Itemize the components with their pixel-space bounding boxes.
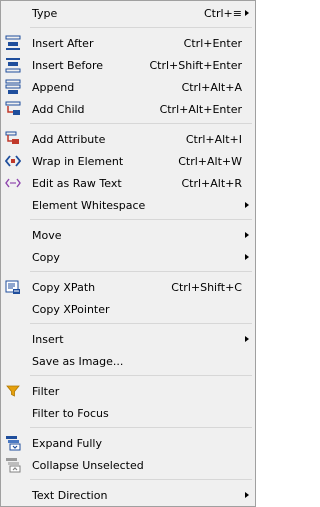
menu-item-edit-raw-text[interactable]: Edit as Raw Text Ctrl+Alt+R: [2, 172, 254, 194]
menu-item-label: Text Direction: [32, 488, 108, 502]
copy-xpath-icon: [5, 279, 21, 295]
menu-items: Type Ctrl+≡ Insert After Ctrl+Enter Inse…: [2, 2, 254, 506]
menu-item-label: Save as Image...: [32, 354, 124, 368]
menu-item-label: Insert After: [32, 36, 94, 50]
expand-fully-icon: [5, 435, 21, 451]
menu-item-save-as-image[interactable]: Save as Image...: [2, 350, 254, 372]
menu-separator: [2, 24, 254, 32]
menu-item-label: Edit as Raw Text: [32, 176, 122, 190]
menu-separator: [2, 120, 254, 128]
menu-item-label: Copy: [32, 250, 60, 264]
submenu-arrow-icon: [245, 336, 249, 342]
menu-separator: [2, 372, 254, 380]
menu-item-filter-to-focus[interactable]: Filter to Focus: [2, 402, 254, 424]
menu-item-expand-fully[interactable]: Expand Fully: [2, 432, 254, 454]
menu-item-label: Expand Fully: [32, 436, 102, 450]
add-child-icon: [5, 101, 21, 117]
menu-item-shortcut: Ctrl+Shift+C: [171, 280, 242, 294]
menu-item-copy-xpath[interactable]: Copy XPath Ctrl+Shift+C: [2, 276, 254, 298]
submenu-arrow-icon: [245, 10, 249, 16]
menu-separator: [2, 320, 254, 328]
menu-item-shortcut: Ctrl+Alt+A: [181, 80, 242, 94]
submenu-arrow-icon: [245, 232, 249, 238]
menu-separator: [2, 268, 254, 276]
insert-before-icon: [5, 57, 21, 73]
menu-item-shortcut: Ctrl+Shift+Enter: [149, 58, 242, 72]
menu-item-label: Filter to Focus: [32, 406, 109, 420]
menu-item-label: Filter: [32, 384, 60, 398]
menu-item-element-whitespace[interactable]: Element Whitespace: [2, 194, 254, 216]
menu-item-shortcut: Ctrl+Alt+W: [178, 154, 242, 168]
menu-item-shortcut: Ctrl+Alt+I: [185, 132, 242, 146]
filter-icon: [5, 383, 21, 399]
menu-separator: [2, 216, 254, 224]
menu-item-label: Append: [32, 80, 75, 94]
menu-item-add-attribute[interactable]: Add Attribute Ctrl+Alt+I: [2, 128, 254, 150]
menu-item-append[interactable]: Append Ctrl+Alt+A: [2, 76, 254, 98]
submenu-arrow-icon: [245, 254, 249, 260]
menu-item-label: Wrap in Element: [32, 154, 124, 168]
insert-after-icon: [5, 35, 21, 51]
menu-item-shortcut: Ctrl+Alt+R: [181, 176, 242, 190]
menu-item-move[interactable]: Move: [2, 224, 254, 246]
menu-item-insert-before[interactable]: Insert Before Ctrl+Shift+Enter: [2, 54, 254, 76]
menu-item-shortcut: Ctrl+≡: [203, 6, 242, 20]
menu-item-insert[interactable]: Insert: [2, 328, 254, 350]
menu-item-copy-xpointer[interactable]: Copy XPointer: [2, 298, 254, 320]
menu-item-filter[interactable]: Filter: [2, 380, 254, 402]
menu-item-add-child[interactable]: Add Child Ctrl+Alt+Enter: [2, 98, 254, 120]
menu-item-label: Copy XPath: [32, 280, 96, 294]
append-icon: [5, 79, 21, 95]
menu-item-label: Element Whitespace: [32, 198, 146, 212]
collapse-unselected-icon: [5, 457, 21, 473]
menu-item-shortcut: Ctrl+Alt+Enter: [159, 102, 242, 116]
menu-item-copy[interactable]: Copy: [2, 246, 254, 268]
menu-item-label: Insert Before: [32, 58, 104, 72]
menu-item-label: Type: [32, 6, 58, 20]
menu-item-label: Collapse Unselected: [32, 458, 144, 472]
menu-item-insert-after[interactable]: Insert After Ctrl+Enter: [2, 32, 254, 54]
menu-item-text-direction[interactable]: Text Direction: [2, 484, 254, 506]
submenu-arrow-icon: [245, 202, 249, 208]
menu-item-type[interactable]: Type Ctrl+≡: [2, 2, 254, 24]
menu-item-label: Move: [32, 228, 62, 242]
menu-item-label: Copy XPointer: [32, 302, 110, 316]
wrap-element-icon: [5, 153, 21, 169]
context-menu: Type Ctrl+≡ Insert After Ctrl+Enter Inse…: [0, 0, 256, 507]
menu-item-wrap-in-element[interactable]: Wrap in Element Ctrl+Alt+W: [2, 150, 254, 172]
menu-item-shortcut: Ctrl+Enter: [183, 36, 242, 50]
menu-item-label: Insert: [32, 332, 64, 346]
menu-separator: [2, 476, 254, 484]
menu-separator: [2, 424, 254, 432]
submenu-arrow-icon: [245, 492, 249, 498]
menu-item-collapse-unselected[interactable]: Collapse Unselected: [2, 454, 254, 476]
menu-item-label: Add Child: [32, 102, 85, 116]
raw-text-icon: [5, 175, 21, 191]
menu-item-label: Add Attribute: [32, 132, 106, 146]
add-attribute-icon: [5, 131, 21, 147]
